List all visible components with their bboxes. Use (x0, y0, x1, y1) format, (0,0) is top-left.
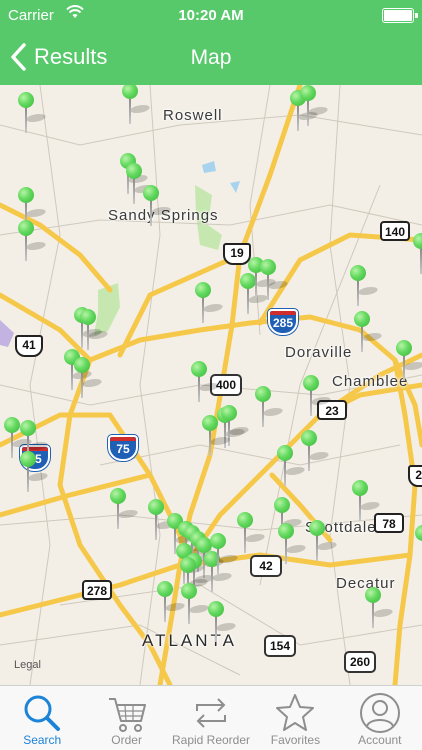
route-shield-260-number: 260 (346, 653, 374, 671)
cart-icon (108, 698, 146, 732)
account-icon (359, 693, 400, 733)
location-pin[interactable] (18, 220, 49, 262)
location-pin[interactable] (18, 92, 49, 134)
star-icon (276, 694, 315, 731)
location-pin[interactable] (202, 415, 233, 457)
location-pin[interactable] (191, 361, 222, 403)
route-shield-75: 75 (108, 435, 138, 461)
route-shield-154: 154 (264, 635, 296, 657)
location-pin[interactable] (237, 512, 268, 554)
location-pin[interactable] (365, 587, 396, 629)
status-bar: Carrier 10:20 AM (0, 0, 422, 30)
tab-search[interactable]: Search (0, 686, 84, 750)
location-pin[interactable] (74, 357, 105, 399)
repeat-icon (196, 698, 227, 728)
location-pin[interactable] (303, 375, 334, 417)
location-pin[interactable] (110, 488, 141, 530)
route-shield-140: 140 (380, 221, 410, 241)
tab-favorites-label: Favorites (270, 733, 321, 747)
location-pin[interactable] (415, 525, 422, 567)
location-pin[interactable] (354, 311, 385, 353)
route-shield-278: 278 (82, 580, 112, 600)
tab-search-label: Search (23, 733, 62, 747)
location-pin[interactable] (126, 163, 157, 205)
page-title: Map (190, 46, 232, 69)
legal-link[interactable]: Legal (14, 659, 41, 671)
tab-rapid-reorder-label: Rapid Reorder (171, 733, 251, 747)
tab-favorites[interactable]: Favorites (253, 686, 337, 750)
location-pin[interactable] (260, 259, 291, 301)
location-pin[interactable] (208, 601, 239, 643)
location-pin[interactable] (278, 523, 309, 565)
place-label-doraville: Doraville (285, 344, 353, 361)
tab-bar: Search Order Rapid Reorder Favorites Acc… (0, 685, 422, 750)
status-time: 10:20 AM (178, 7, 244, 24)
map-view[interactable]: Roswell Sandy Springs Doraville Chamblee… (0, 85, 422, 685)
tab-account-label: Account (358, 733, 402, 747)
search-icon (24, 695, 61, 731)
location-pin[interactable] (143, 185, 174, 227)
tab-order-label: Order (111, 733, 142, 747)
location-pin[interactable] (301, 430, 332, 472)
location-pin[interactable] (309, 520, 340, 562)
battery-icon (382, 8, 418, 23)
navigation-bar: Results Map (0, 30, 422, 85)
location-pin[interactable] (157, 581, 188, 623)
header-bar: Carrier 10:20 AM Results Map (0, 0, 422, 85)
location-pin[interactable] (352, 480, 383, 522)
route-shield-41: 41 (15, 335, 43, 357)
tab-account[interactable]: Account (338, 686, 422, 750)
location-pin[interactable] (181, 583, 212, 625)
location-pin[interactable] (413, 233, 422, 275)
location-pin[interactable] (20, 451, 51, 493)
location-pin[interactable] (80, 309, 111, 351)
location-pin[interactable] (195, 282, 226, 324)
place-label-roswell: Roswell (163, 107, 223, 124)
location-pin[interactable] (210, 533, 241, 575)
route-shield-154-number: 154 (266, 637, 294, 655)
route-shield-29: 29 (408, 465, 422, 487)
tab-rapid-reorder[interactable]: Rapid Reorder (169, 686, 253, 750)
location-pin[interactable] (255, 386, 286, 428)
location-pin[interactable] (277, 445, 308, 487)
location-pin[interactable] (300, 85, 331, 127)
tab-order[interactable]: Order (84, 686, 168, 750)
route-shield-42-number: 42 (252, 557, 280, 575)
route-shield-260: 260 (344, 651, 376, 673)
location-pin[interactable] (148, 499, 179, 541)
location-pin[interactable] (350, 265, 381, 307)
route-shield-78: 78 (374, 513, 404, 533)
location-pin[interactable] (396, 340, 422, 382)
route-shield-285: 285 (268, 309, 298, 335)
location-pin[interactable] (122, 85, 153, 125)
location-pin[interactable] (4, 417, 35, 459)
route-shield-19: 19 (223, 243, 251, 265)
